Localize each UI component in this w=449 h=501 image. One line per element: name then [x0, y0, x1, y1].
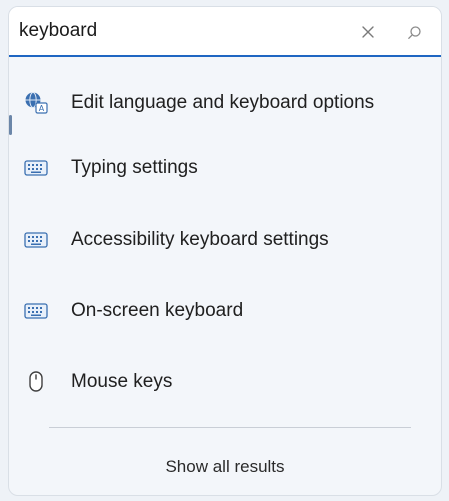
results-divider	[49, 427, 411, 428]
clear-search-button[interactable]	[355, 19, 381, 45]
result-label: Accessibility keyboard settings	[71, 229, 329, 250]
mouse-icon	[23, 369, 49, 395]
keyboard-icon	[23, 227, 49, 253]
result-label: Mouse keys	[71, 371, 173, 392]
keyboard-icon	[23, 155, 49, 181]
window-background: A Edit language and keyboard options	[0, 0, 449, 501]
search-icon	[407, 25, 421, 39]
language-icon: A	[23, 90, 49, 116]
search-input[interactable]	[13, 17, 345, 45]
result-on-screen-keyboard[interactable]: On-screen keyboard	[9, 281, 441, 341]
show-all-results-button[interactable]: Show all results	[9, 447, 441, 487]
result-typing-settings[interactable]: Typing settings	[9, 138, 441, 198]
result-label: Edit language and keyboard options	[71, 92, 375, 113]
result-accessibility-keyboard-settings[interactable]: Accessibility keyboard settings	[9, 210, 441, 270]
result-label: Typing settings	[71, 157, 198, 178]
svg-text:A: A	[39, 104, 45, 113]
search-results-flyout: A Edit language and keyboard options	[8, 6, 442, 496]
result-label: On-screen keyboard	[71, 300, 244, 321]
close-icon	[362, 26, 374, 38]
search-button[interactable]	[401, 19, 427, 45]
search-bar	[9, 7, 441, 57]
keyboard-icon	[23, 298, 49, 324]
result-mouse-keys[interactable]: Mouse keys	[9, 352, 441, 412]
result-edit-language-keyboard-options[interactable]: A Edit language and keyboard options	[9, 73, 441, 133]
